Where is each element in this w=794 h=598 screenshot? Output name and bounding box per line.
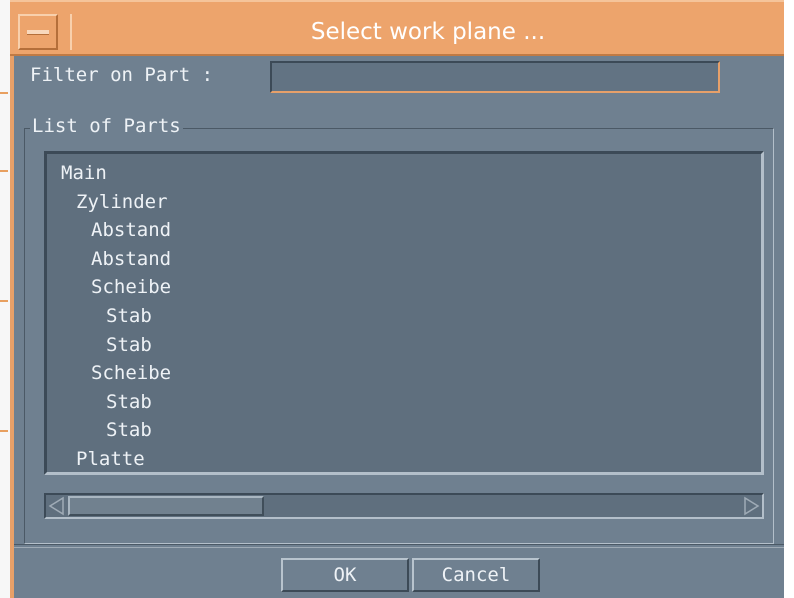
dialog-client-area: Filter on Part : List of Parts Main Zylin… <box>14 56 784 598</box>
ok-button[interactable]: OK <box>281 558 409 592</box>
parts-list[interactable]: Main Zylinder Abstand Abstand Scheibe Stab Sta… <box>44 151 764 475</box>
screen: Select work plane ... Filter on Part : L… <box>0 0 794 598</box>
list-item[interactable]: Scheibe <box>53 359 171 388</box>
window-menu-button[interactable] <box>18 14 58 50</box>
background-window-edge <box>0 0 10 598</box>
filter-label: Filter on Part : <box>30 64 214 86</box>
list-item[interactable]: Zylinder <box>53 188 171 217</box>
window-title: Select work plane ... <box>70 14 784 50</box>
list-item[interactable]: Stab <box>53 331 171 360</box>
list-item[interactable]: Main <box>53 159 171 188</box>
horizontal-scrollbar[interactable] <box>44 493 764 519</box>
edge-tick <box>0 300 8 302</box>
edge-tick <box>0 430 8 432</box>
edge-tick <box>0 170 8 172</box>
arrow-left-icon[interactable] <box>47 496 67 516</box>
cancel-button[interactable]: Cancel <box>412 558 540 592</box>
window-menu-icon <box>27 30 49 35</box>
scrollbar-thumb[interactable] <box>68 496 264 516</box>
list-item[interactable]: Abstand <box>53 245 171 274</box>
list-item[interactable]: Abstand <box>53 216 171 245</box>
dialog-window: Select work plane ... Filter on Part : L… <box>10 0 784 598</box>
separator <box>14 544 784 548</box>
filter-input[interactable] <box>270 61 720 93</box>
arrow-right-icon[interactable] <box>741 496 761 516</box>
list-item[interactable]: Stab <box>53 416 171 445</box>
title-bar[interactable]: Select work plane ... <box>10 0 784 56</box>
edge-tick <box>0 92 8 94</box>
list-of-parts-title: List of Parts <box>30 112 183 140</box>
list-item[interactable]: Platte <box>53 445 171 474</box>
list-item[interactable]: Stab <box>53 388 171 417</box>
list-item[interactable]: Stab <box>53 302 171 331</box>
parts-list-items: Main Zylinder Abstand Abstand Scheibe Stab Sta… <box>53 159 171 474</box>
list-item[interactable]: Scheibe <box>53 273 171 302</box>
